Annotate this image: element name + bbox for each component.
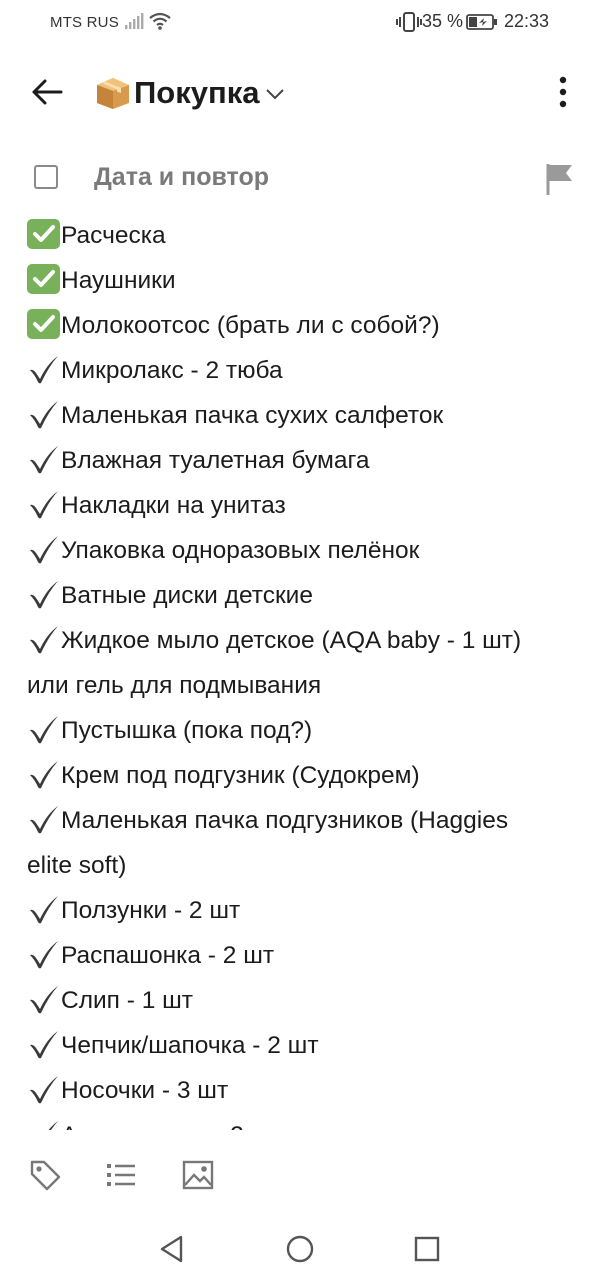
list-item[interactable]: Ватные диски детские xyxy=(27,573,575,618)
task-checkbox[interactable] xyxy=(34,165,58,189)
date-repeat-button[interactable]: Дата и повтор xyxy=(94,163,269,192)
check-mark-icon xyxy=(27,534,60,564)
vibrate-icon xyxy=(396,12,422,32)
date-repeat-row: Дата и повтор xyxy=(0,156,600,202)
list-item[interactable]: Накладки на унитаз xyxy=(27,483,575,528)
list-item[interactable]: Расческа xyxy=(27,213,575,258)
list-item-text: Носочки - 3 шт xyxy=(61,1077,229,1104)
chevron-down-icon xyxy=(266,89,285,100)
bottom-toolbar xyxy=(0,1156,600,1196)
list-item[interactable]: elite soft) xyxy=(27,843,575,888)
list-item-text: Ватные диски детские xyxy=(61,582,313,609)
list-item[interactable]: Молокоотсос (брать ли с собой?) xyxy=(27,303,575,348)
list-item[interactable]: Слип - 1 шт xyxy=(27,978,575,1023)
list-item-text: или гель для подмывания xyxy=(27,672,322,699)
check-mark-icon xyxy=(27,894,60,924)
check-mark-icon xyxy=(27,939,60,969)
check-mark-icon xyxy=(27,354,60,384)
check-mark-icon xyxy=(27,1119,60,1130)
nav-recents-icon[interactable] xyxy=(412,1234,442,1264)
list-item-text: Маленькая пачка подгузников (Haggies xyxy=(61,807,509,834)
list-item[interactable]: или гель для подмывания xyxy=(27,663,575,708)
list-item-text: Антицарапки - 2 шт xyxy=(61,1122,281,1130)
check-mark-icon xyxy=(27,444,60,474)
list-item[interactable]: Влажная туалетная бумага xyxy=(27,438,575,483)
app-bar: Покупка xyxy=(0,62,600,124)
list-item-text: Накладки на унитаз xyxy=(61,492,286,519)
check-mark-icon xyxy=(27,759,60,789)
check-mark-icon xyxy=(27,399,60,429)
list-item-text: Слип - 1 шт xyxy=(61,987,194,1014)
list-item[interactable]: Упаковка одноразовых пелёнок xyxy=(27,528,575,573)
system-nav-bar xyxy=(0,1228,600,1272)
list-item-text: Крем под подгузник (Судокрем) xyxy=(61,762,420,789)
check-mark-icon xyxy=(27,489,60,519)
status-bar: MTS RUS 35 % 22:33 xyxy=(0,0,600,46)
list-item[interactable]: Микролакс - 2 тюба xyxy=(27,348,575,393)
checklist-icon[interactable] xyxy=(104,1158,138,1192)
list-item[interactable]: Ползунки - 2 шт xyxy=(27,888,575,933)
list-item[interactable]: Жидкое мыло детское (AQA baby - 1 шт) xyxy=(27,618,575,663)
list-item-text: Распашонка - 2 шт xyxy=(61,942,275,969)
list-item[interactable]: Маленькая пачка сухих салфеток xyxy=(27,393,575,438)
check-mark-icon xyxy=(27,804,60,834)
list-item[interactable]: Наушники xyxy=(27,258,575,303)
flag-icon[interactable] xyxy=(544,162,574,196)
green-check-icon xyxy=(27,309,60,339)
battery-charging-icon xyxy=(466,14,497,30)
clock: 22:33 xyxy=(504,11,550,31)
list-item-text: Влажная туалетная бумага xyxy=(61,447,370,474)
list-item-text: Расческа xyxy=(61,222,166,249)
list-item[interactable]: Крем под подгузник (Судокрем) xyxy=(27,753,575,798)
tag-icon[interactable] xyxy=(28,1158,62,1192)
nav-home-icon[interactable] xyxy=(285,1234,315,1264)
green-check-icon xyxy=(27,219,60,249)
check-mark-icon xyxy=(27,624,60,654)
more-vertical-icon[interactable] xyxy=(548,74,578,112)
check-mark-icon xyxy=(27,984,60,1014)
list-item-text: Молокоотсос (брать ли с собой?) xyxy=(61,312,440,339)
page-title: Покупка xyxy=(134,75,260,110)
list-item-text: Упаковка одноразовых пелёнок xyxy=(61,537,420,564)
package-box-icon xyxy=(97,78,129,109)
green-check-icon xyxy=(27,264,60,294)
check-mark-icon xyxy=(27,579,60,609)
carrier-label: MTS RUS xyxy=(50,14,119,31)
list-item[interactable]: Распашонка - 2 шт xyxy=(27,933,575,978)
list-item-text: Пустышка (пока под?) xyxy=(61,717,313,744)
wifi-icon xyxy=(149,12,171,30)
image-icon[interactable] xyxy=(181,1158,215,1192)
signal-icon xyxy=(125,13,144,29)
check-mark-icon xyxy=(27,1029,60,1059)
list-item[interactable]: Носочки - 3 шт xyxy=(27,1068,575,1113)
check-mark-icon xyxy=(27,1074,60,1104)
list-selector[interactable]: Покупка xyxy=(94,70,285,116)
battery-percent: 35 % xyxy=(422,11,464,31)
list-item[interactable]: Пустышка (пока под?) xyxy=(27,708,575,753)
check-mark-icon xyxy=(27,714,60,744)
list-item-text: Микролакс - 2 тюба xyxy=(61,357,283,384)
list-item-text: Чепчик/шапочка - 2 шт xyxy=(61,1032,319,1059)
list-item[interactable]: Маленькая пачка подгузников (Haggies xyxy=(27,798,575,843)
nav-back-icon[interactable] xyxy=(157,1234,187,1264)
list-item-text: Наушники xyxy=(61,267,176,294)
list-item-text: Жидкое мыло детское (AQA baby - 1 шт) xyxy=(61,627,522,654)
note-content[interactable]: Расческа Наушники Молокоотсос (брать ли с … xyxy=(27,213,575,1130)
list-item[interactable]: Чепчик/шапочка - 2 шт xyxy=(27,1023,575,1068)
back-arrow-icon[interactable] xyxy=(30,76,64,108)
list-item-text: Ползунки - 2 шт xyxy=(61,897,241,924)
list-item-text: elite soft) xyxy=(27,852,127,879)
list-item[interactable]: Антицарапки - 2 шт xyxy=(27,1113,575,1130)
list-item-text: Маленькая пачка сухих салфеток xyxy=(61,402,444,429)
